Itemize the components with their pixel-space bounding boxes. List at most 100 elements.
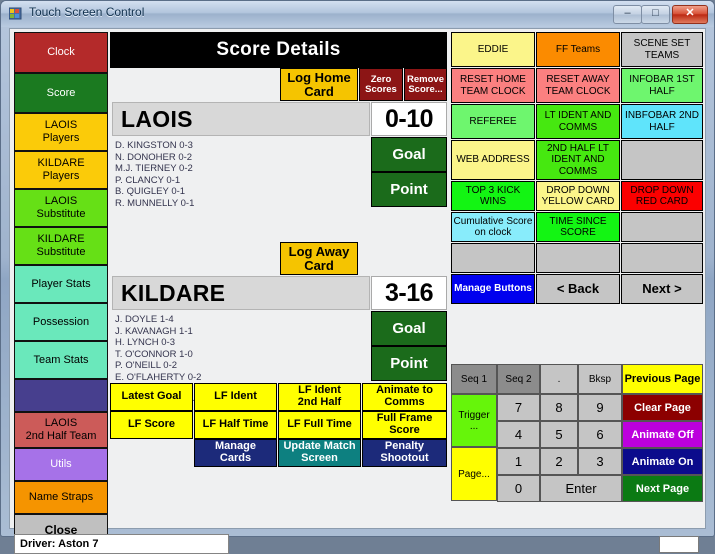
- action-button-lf-ident[interactable]: LF Ident: [194, 383, 277, 411]
- app-window: Touch Screen Control – □ ✕ Clock Score LAO…: [0, 0, 715, 554]
- keypad-enter-button[interactable]: Enter: [540, 475, 622, 502]
- panel-button-ff-teams[interactable]: FF Teams: [536, 32, 620, 67]
- sidebar-item-name-straps[interactable]: Name Straps: [14, 481, 108, 514]
- keypad-digit-6[interactable]: 6: [578, 421, 622, 448]
- panel-button-infobar-1st-half[interactable]: INFOBAR 1ST HALF: [621, 68, 703, 103]
- zero-scores-button[interactable]: Zero Scores: [359, 68, 403, 101]
- keypad-digit-3[interactable]: 3: [578, 448, 622, 475]
- sidebar-item-possession[interactable]: Possession: [14, 303, 108, 341]
- remove-score-button[interactable]: Remove Score...: [404, 68, 447, 101]
- action-button-latest-goal[interactable]: Latest Goal: [110, 383, 193, 411]
- panel-button-manage-buttons[interactable]: Manage Buttons: [451, 274, 535, 304]
- panel-button-empty-18[interactable]: [451, 243, 535, 273]
- action-button-lf-half-time[interactable]: LF Half Time: [194, 411, 277, 439]
- sidebar-item-label: Utils: [50, 458, 72, 471]
- sidebar-item-label: LAOIS Players: [42, 119, 80, 144]
- away-score: 3-16: [371, 276, 447, 310]
- sidebar-item-laois-substitute[interactable]: LAOIS Substitute: [14, 189, 108, 227]
- sidebar-item-label: Name Straps: [28, 491, 94, 504]
- keypad-digit-2[interactable]: 2: [540, 448, 578, 475]
- sidebar-item-team-stats[interactable]: Team Stats: [14, 341, 108, 379]
- home-team-name: LAOIS: [121, 105, 193, 132]
- keypad-seq-2[interactable]: Seq 2: [497, 364, 540, 394]
- home-point-button[interactable]: Point: [371, 172, 447, 207]
- keypad-digit-8[interactable]: 8: [540, 394, 578, 421]
- sidebar-item-player-stats[interactable]: Player Stats: [14, 265, 108, 303]
- home-goal-button[interactable]: Goal: [371, 137, 447, 172]
- panel-button-empty-17[interactable]: [621, 212, 703, 242]
- keypad-digit-9[interactable]: 9: [578, 394, 622, 421]
- page-title: Score Details: [110, 32, 447, 68]
- sidebar-item-label: Team Stats: [33, 353, 89, 366]
- action-button-manage-cards[interactable]: Manage Cards: [194, 439, 277, 467]
- sidebar-item-utils[interactable]: Utils: [14, 448, 108, 481]
- panel-button-referee[interactable]: REFEREE: [451, 104, 535, 139]
- away-point-button[interactable]: Point: [371, 346, 447, 381]
- sidebar-item-label: Clock: [47, 46, 75, 59]
- driver-status-text: Driver: Aston 7: [20, 538, 99, 550]
- sidebar-item-label: LAOIS 2nd Half Team: [25, 417, 97, 442]
- panel-button-eddie[interactable]: EDDIE: [451, 32, 535, 67]
- action-button-full-frame-score[interactable]: Full Frame Score: [362, 411, 447, 439]
- panel-button-reset-away-team-clock[interactable]: RESET AWAY TEAM CLOCK: [536, 68, 620, 103]
- sidebar-item-kildare-players[interactable]: KILDARE Players: [14, 151, 108, 189]
- keypad-bksp[interactable]: Bksp: [578, 364, 622, 394]
- keypad-previous-page[interactable]: Previous Page: [622, 364, 703, 394]
- keypad-page-button[interactable]: Page...: [451, 447, 497, 501]
- keypad-digit-5[interactable]: 5: [540, 421, 578, 448]
- keypad-trigger-button[interactable]: Trigger ...: [451, 394, 497, 447]
- away-team-strip: KILDARE: [112, 276, 370, 310]
- keypad-digit-7[interactable]: 7: [497, 394, 540, 421]
- keypad-animate-off[interactable]: Animate Off: [622, 421, 703, 448]
- panel-button-empty-19[interactable]: [536, 243, 620, 273]
- status-bar: Driver: Aston 7: [14, 534, 229, 554]
- panel-button-top-3-kick-wins[interactable]: TOP 3 KICK WINS: [451, 181, 535, 211]
- keypad-digit-4[interactable]: 4: [497, 421, 540, 448]
- action-button-penalty-shootout[interactable]: Penalty Shootout: [362, 439, 447, 467]
- log-away-card-button[interactable]: Log Away Card: [280, 242, 358, 275]
- sidebar-item-label: LAOIS Substitute: [36, 195, 86, 220]
- panel-button-lt-ident-and-comms[interactable]: LT IDENT AND COMMS: [536, 104, 620, 139]
- sidebar-item-laois-players[interactable]: LAOIS Players: [14, 113, 108, 151]
- panel-button-reset-home-team-clock[interactable]: RESET HOME TEAM CLOCK: [451, 68, 535, 103]
- sidebar-item-score[interactable]: Score: [14, 73, 108, 113]
- panel-button-drop-down-yellow-card[interactable]: DROP DOWN YELLOW CARD: [536, 181, 620, 211]
- panel-button-2nd-half-lt-ident-and-comms[interactable]: 2ND HALF LT IDENT AND COMMS: [536, 140, 620, 180]
- title-bar: Touch Screen Control – □ ✕: [1, 1, 714, 27]
- action-button-lf-score[interactable]: LF Score: [110, 411, 193, 439]
- keypad-seq-1[interactable]: Seq 1: [451, 364, 497, 394]
- panel-button-empty-20[interactable]: [621, 243, 703, 273]
- panel-button-inbfobar-2nd-half[interactable]: INBFOBAR 2ND HALF: [621, 104, 703, 139]
- panel-button-web-address[interactable]: WEB ADDRESS: [451, 140, 535, 180]
- away-goal-button[interactable]: Goal: [371, 311, 447, 346]
- action-button-update-match-screen[interactable]: Update Match Screen: [278, 439, 361, 467]
- action-button-animate-to-comms[interactable]: Animate to Comms: [362, 383, 447, 411]
- application-window-icon: [8, 7, 23, 21]
- away-team-name: KILDARE: [121, 279, 226, 306]
- sidebar: Clock Score LAOIS Players KILDARE Players LA…: [14, 32, 108, 547]
- sidebar-item-clock[interactable]: Clock: [14, 32, 108, 73]
- minimize-button[interactable]: –: [613, 5, 642, 24]
- keypad-dot[interactable]: .: [540, 364, 578, 394]
- sidebar-item-blank-9[interactable]: [14, 379, 108, 412]
- maximize-button[interactable]: □: [641, 5, 670, 24]
- panel-button-next[interactable]: Next >: [621, 274, 703, 304]
- sidebar-item-laois-2nd-half-team[interactable]: LAOIS 2nd Half Team: [14, 412, 108, 448]
- action-button-lf-full-time[interactable]: LF Full Time: [278, 411, 361, 439]
- panel-button-scene-set-teams[interactable]: SCENE SET TEAMS: [621, 32, 703, 67]
- keypad-next-page[interactable]: Next Page: [622, 475, 703, 502]
- panel-button-empty-11[interactable]: [621, 140, 703, 180]
- sidebar-item-kildare-substitute[interactable]: KILDARE Substitute: [14, 227, 108, 265]
- log-home-card-button[interactable]: Log Home Card: [280, 68, 358, 101]
- keypad-clear-page[interactable]: Clear Page: [622, 394, 703, 421]
- panel-button-back[interactable]: < Back: [536, 274, 620, 304]
- close-window-button[interactable]: ✕: [672, 5, 708, 24]
- panel-button-cumulative-score-on-clock[interactable]: Cumulative Score on clock: [451, 212, 535, 242]
- panel-button-time-since-score[interactable]: TIME SINCE SCORE: [536, 212, 620, 242]
- action-button-lf-ident-2nd-half[interactable]: LF Ident 2nd Half: [278, 383, 361, 411]
- keypad-digit-0[interactable]: 0: [497, 475, 540, 502]
- sidebar-item-label: KILDARE Substitute: [36, 233, 86, 258]
- keypad-animate-on[interactable]: Animate On: [622, 448, 703, 475]
- keypad-digit-1[interactable]: 1: [497, 448, 540, 475]
- panel-button-drop-down-red-card[interactable]: DROP DOWN RED CARD: [621, 181, 703, 211]
